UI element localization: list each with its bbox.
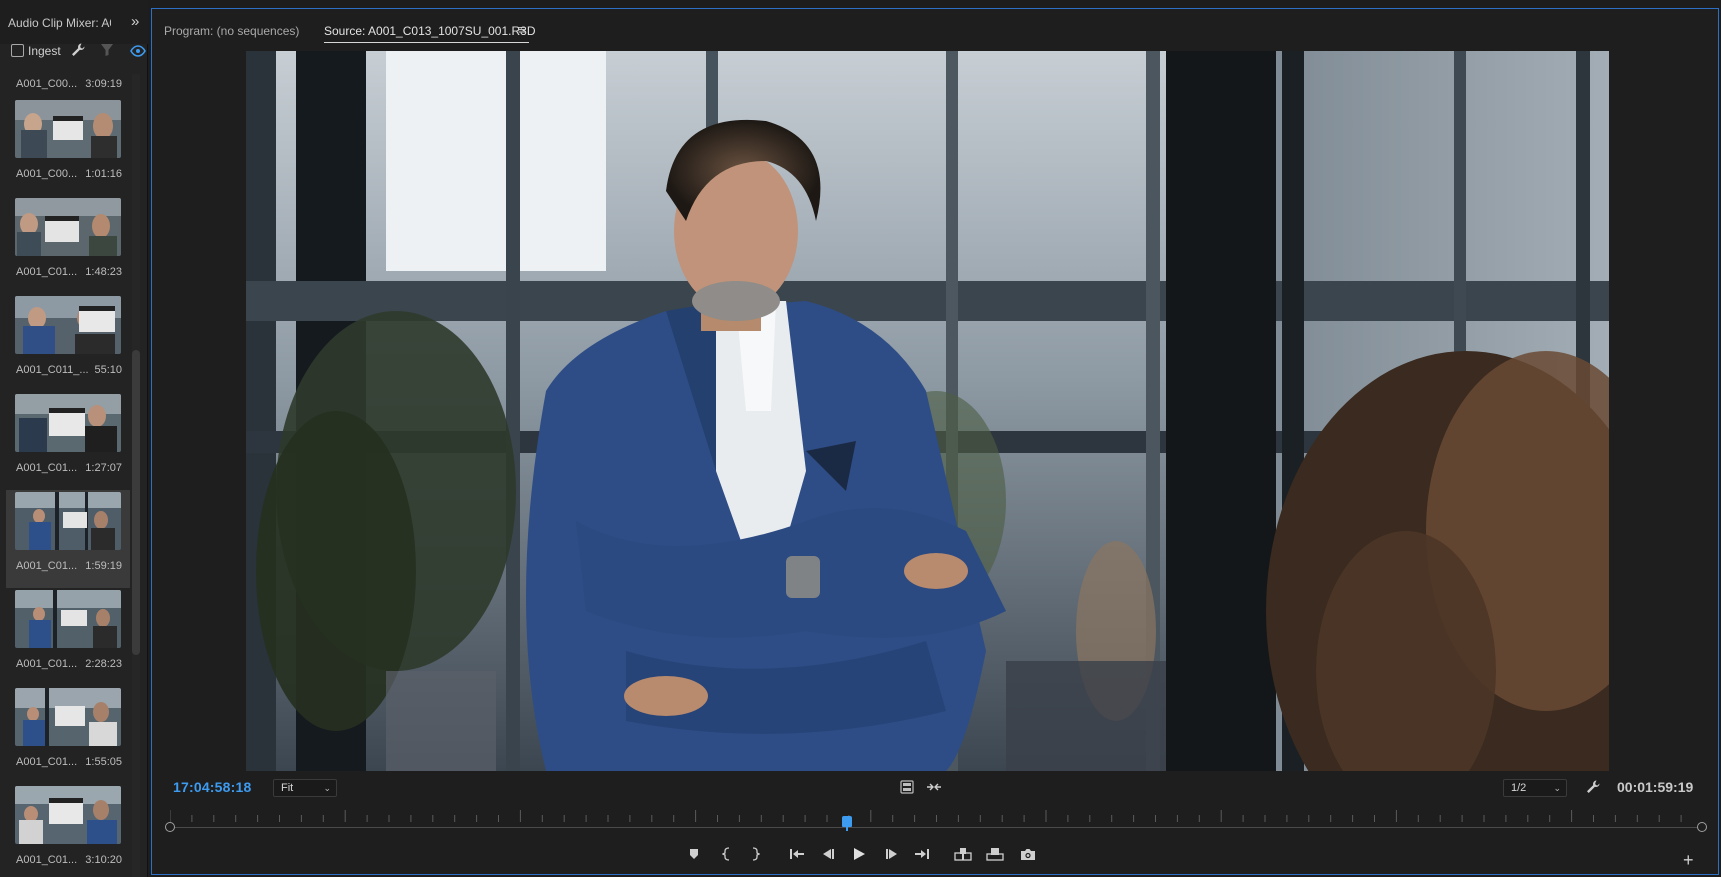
ruler-track xyxy=(170,827,1702,828)
wrench-icon[interactable] xyxy=(70,42,86,58)
clip-name: A001_C01... xyxy=(16,560,78,572)
zoom-level-value: Fit xyxy=(281,782,294,794)
overwrite-button[interactable] xyxy=(984,844,1006,864)
clip-thumbnail[interactable] xyxy=(15,492,121,550)
step-back-button[interactable] xyxy=(817,844,839,864)
mark-in-icon xyxy=(722,847,730,861)
project-panel: Audio Clip Mixer: A0 » Ingest A001_C00..… xyxy=(0,0,148,877)
clip-duration: 3:09:19 xyxy=(85,78,122,90)
trim-icon[interactable] xyxy=(926,781,942,793)
clip-duration: 1:01:16 xyxy=(85,168,122,180)
clip-name: A001_C01... xyxy=(16,658,78,670)
clip-name: A001_C01... xyxy=(16,756,78,768)
clip-item[interactable]: A001_C011_... 55:10 xyxy=(6,294,130,392)
mark-out-button[interactable] xyxy=(744,844,766,864)
clip-name: A001_C01... xyxy=(16,266,78,278)
clip-thumbnail[interactable] xyxy=(15,786,121,844)
play-button[interactable] xyxy=(848,844,870,864)
clip-name: A001_C011_... xyxy=(16,364,89,376)
clip-thumbnail[interactable] xyxy=(15,590,121,648)
clip-thumbnail[interactable] xyxy=(15,688,121,746)
ingest-label[interactable]: Ingest xyxy=(28,44,61,58)
mark-in-button[interactable] xyxy=(716,844,738,864)
insert-button[interactable] xyxy=(952,844,974,864)
go-to-out-icon xyxy=(915,849,929,859)
panel-header: Audio Clip Mixer: A0 » xyxy=(0,0,148,44)
double-chevron-right-icon[interactable]: » xyxy=(131,13,139,30)
clip-item[interactable]: A001_C00... 1:01:16 xyxy=(6,98,130,196)
play-icon xyxy=(854,848,865,860)
hamburger-menu-icon[interactable]: ≡ xyxy=(518,22,526,37)
clip-item-selected[interactable]: A001_C01... 1:59:19 xyxy=(6,490,130,588)
zoom-level-select[interactable]: Fit ⌄ xyxy=(273,779,337,797)
insert-icon xyxy=(954,848,972,861)
step-forward-icon xyxy=(886,849,897,859)
clip-item[interactable]: A001_C01... 1:55:05 xyxy=(6,686,130,784)
clip-name: A001_C00... xyxy=(16,78,78,90)
clip-item[interactable]: A001_C01... 1:27:07 xyxy=(6,392,130,490)
clip-name: A001_C01... xyxy=(16,462,78,474)
source-monitor-panel: Program: (no sequences) Source: A001_C01… xyxy=(151,8,1719,875)
clip-name: A001_C00... xyxy=(16,168,78,180)
clip-scrollbar[interactable] xyxy=(132,350,140,655)
playback-resolution-select[interactable]: 1/2 ⌄ xyxy=(1503,779,1567,797)
chevron-down-icon: ⌄ xyxy=(1553,783,1561,793)
filter-icon[interactable] xyxy=(100,43,114,57)
go-to-in-icon xyxy=(790,849,804,859)
clip-item[interactable]: A001_C00... 3:09:19 xyxy=(6,74,130,98)
step-forward-button[interactable] xyxy=(881,844,903,864)
clip-list: A001_C00... 3:09:19 A001_C00... 1:01:16 xyxy=(6,74,130,877)
overwrite-icon xyxy=(986,848,1004,861)
time-ruler[interactable] xyxy=(165,806,1707,836)
clip-thumbnail[interactable] xyxy=(15,394,121,452)
step-back-icon xyxy=(823,849,834,859)
clip-duration: 55:10 xyxy=(94,364,122,376)
tab-source-monitor[interactable]: Source: A001_C013_1007SU_001.R3D xyxy=(324,24,536,38)
zoom-right-handle[interactable] xyxy=(1697,822,1707,832)
panel-title[interactable]: Audio Clip Mixer: A0 xyxy=(8,16,111,30)
plus-icon[interactable]: + xyxy=(1683,850,1694,871)
clip-name: A001_C01... xyxy=(16,854,78,866)
tab-bar: Program: (no sequences) Source: A001_C01… xyxy=(152,9,1718,45)
dropped-frame-indicator-icon[interactable] xyxy=(900,780,914,794)
clip-duration: 1:48:23 xyxy=(85,266,122,278)
active-tab-indicator xyxy=(324,42,529,43)
clip-duration: 1:55:05 xyxy=(85,756,122,768)
settings-wrench-icon[interactable] xyxy=(1585,779,1601,795)
mark-out-icon xyxy=(752,847,760,861)
clip-item[interactable]: A001_C01... 1:48:23 xyxy=(6,196,130,294)
clip-duration: 1:59:19 xyxy=(85,560,122,572)
add-marker-button[interactable] xyxy=(683,844,705,864)
clip-thumbnail[interactable] xyxy=(15,198,121,256)
tab-program-monitor[interactable]: Program: (no sequences) xyxy=(164,24,299,38)
export-frame-button[interactable] xyxy=(1017,844,1039,864)
clip-thumbnail[interactable] xyxy=(15,100,121,158)
clip-duration: 3:10:20 xyxy=(85,854,122,866)
clip-duration: 2:28:23 xyxy=(85,658,122,670)
clip-duration: 1:27:07 xyxy=(85,462,122,474)
chevron-down-icon: ⌄ xyxy=(323,783,331,793)
clip-item[interactable]: A001_C01... 3:10:20 xyxy=(6,784,130,877)
go-to-out-button[interactable] xyxy=(911,844,933,864)
camera-icon xyxy=(1021,848,1035,860)
clip-thumbnail[interactable] xyxy=(15,296,121,354)
clip-item[interactable]: A001_C01... 2:28:23 xyxy=(6,588,130,686)
go-to-in-button[interactable] xyxy=(786,844,808,864)
eye-icon[interactable] xyxy=(130,45,146,57)
zoom-left-handle[interactable] xyxy=(165,822,175,832)
playback-resolution-value: 1/2 xyxy=(1511,782,1527,794)
monitor-controls-row: 17:04:58:18 Fit ⌄ 1/2 ⌄ 00:01:59:19 xyxy=(152,779,1718,803)
ruler-ticks xyxy=(170,810,1682,822)
playhead[interactable] xyxy=(841,816,852,831)
marker-icon xyxy=(690,849,698,859)
current-timecode[interactable]: 17:04:58:18 xyxy=(173,779,251,795)
video-preview[interactable] xyxy=(246,51,1609,771)
transport-controls xyxy=(152,844,1718,868)
duration-timecode: 00:01:59:19 xyxy=(1617,779,1694,795)
ingest-checkbox[interactable] xyxy=(11,44,24,57)
